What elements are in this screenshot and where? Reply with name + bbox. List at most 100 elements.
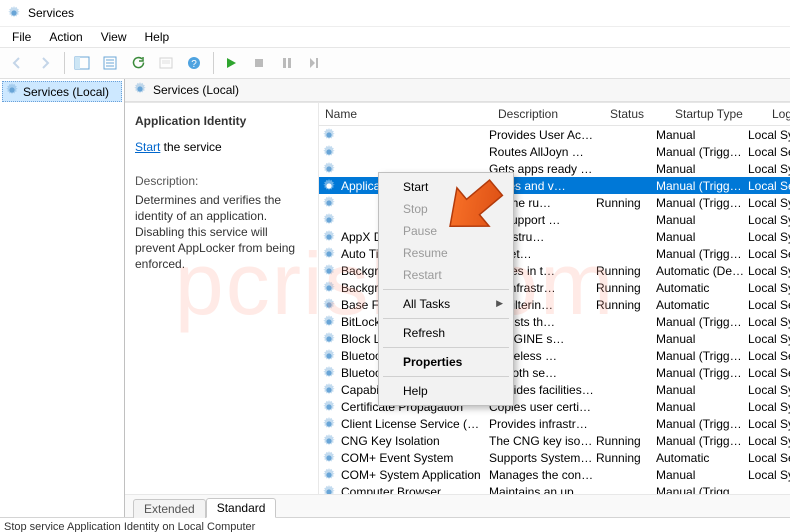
ctx-separator	[383, 347, 509, 348]
cell-startup: Manual	[654, 162, 746, 176]
service-row[interactable]: Routes AllJoyn …Manual (Trigg…Local Serv…	[319, 143, 790, 160]
toolbar-forward-icon[interactable]	[32, 50, 58, 76]
ctx-separator	[383, 289, 509, 290]
cell-startup: Manual (Trigg…	[654, 145, 746, 159]
cell-description: Provides User Acc…	[487, 128, 594, 142]
gear-icon	[319, 451, 339, 465]
tree-pane: Services (Local)	[0, 79, 125, 517]
cell-logon: Local Service	[746, 349, 790, 363]
window-title: Services	[28, 6, 74, 20]
col-description[interactable]: Description	[492, 107, 604, 121]
cell-startup: Manual	[654, 332, 746, 346]
cell-logon: Local Service	[746, 298, 790, 312]
ctx-pause: Pause	[381, 220, 511, 242]
ctx-help[interactable]: Help	[381, 380, 511, 402]
cell-startup: Manual (Trigg…	[654, 247, 746, 261]
gear-icon	[319, 281, 339, 295]
cell-startup: Manual	[654, 468, 746, 482]
menu-action[interactable]: Action	[41, 28, 90, 46]
start-link[interactable]: Start	[135, 140, 160, 154]
toolbar-show-hide-tree-icon[interactable]	[69, 50, 95, 76]
toolbar-help-icon[interactable]: ?	[181, 50, 207, 76]
col-startup[interactable]: Startup Type	[669, 107, 766, 121]
cell-logon: Local Service	[746, 451, 790, 465]
start-link-suffix: the service	[160, 140, 221, 154]
cell-startup: Manual	[654, 128, 746, 142]
gear-icon	[319, 162, 339, 176]
ctx-separator	[383, 376, 509, 377]
cell-logon: Local Service	[746, 179, 790, 193]
cell-logon: Local System	[746, 332, 790, 346]
toolbar-start-icon[interactable]	[218, 50, 244, 76]
cell-logon: Local System	[746, 281, 790, 295]
col-logon[interactable]: Log On As	[766, 107, 790, 121]
gear-icon	[319, 298, 339, 312]
service-row[interactable]: Client License Service (ClipSV…Provides …	[319, 415, 790, 432]
menu-file[interactable]: File	[4, 28, 39, 46]
cell-logon: Local Service	[746, 145, 790, 159]
cell-startup: Manual	[654, 400, 746, 414]
cell-startup: Manual	[654, 383, 746, 397]
col-name[interactable]: Name	[319, 107, 492, 121]
cell-logon: Local System	[746, 162, 790, 176]
tab-extended[interactable]: Extended	[133, 499, 206, 518]
toolbar-restart-icon[interactable]	[302, 50, 328, 76]
tree-root-item[interactable]: Services (Local)	[2, 81, 122, 102]
cell-status: Running	[594, 281, 654, 295]
gear-icon	[319, 434, 339, 448]
toolbar-properties-icon[interactable]	[153, 50, 179, 76]
ctx-start[interactable]: Start	[381, 176, 511, 198]
cell-startup: Automatic	[654, 451, 746, 465]
service-row[interactable]: Computer BrowserMaintains an up…Manual (…	[319, 483, 790, 494]
ctx-stop: Stop	[381, 198, 511, 220]
toolbar-export-list-icon[interactable]	[97, 50, 123, 76]
menu-help[interactable]: Help	[137, 28, 178, 46]
service-row[interactable]: Provides User Acc…ManualLocal System	[319, 126, 790, 143]
tree-root-label: Services (Local)	[23, 85, 109, 99]
description-text: Determines and verifies the identity of …	[135, 192, 310, 273]
service-action-line: Start the service	[135, 139, 310, 155]
toolbar-stop-icon[interactable]	[246, 50, 272, 76]
toolbar-back-icon[interactable]	[4, 50, 30, 76]
cell-startup: Manual	[654, 213, 746, 227]
gear-icon	[319, 128, 339, 142]
toolbar-pause-icon[interactable]	[274, 50, 300, 76]
gear-icon	[319, 366, 339, 380]
cell-logon: Local System	[746, 213, 790, 227]
cell-startup: Manual (Trigg…	[654, 179, 746, 193]
cell-logon: Local Service	[746, 247, 790, 261]
cell-description: Manages the con…	[487, 468, 594, 482]
gear-icon	[319, 485, 339, 495]
ctx-restart: Restart	[381, 264, 511, 286]
cell-logon: Local System	[746, 400, 790, 414]
cell-description: The CNG key isol…	[487, 434, 594, 448]
cell-name: Client License Service (ClipSV…	[339, 417, 487, 431]
toolbar-refresh-icon[interactable]	[125, 50, 151, 76]
menubar: File Action View Help	[0, 27, 790, 48]
cell-logon: Local System	[746, 417, 790, 431]
statusbar: Stop service Application Identity on Loc…	[0, 517, 790, 532]
gear-icon	[133, 82, 147, 99]
service-row[interactable]: COM+ Event SystemSupports System …Runnin…	[319, 449, 790, 466]
description-label: Description:	[135, 173, 310, 189]
tab-standard[interactable]: Standard	[206, 498, 277, 518]
cell-logon: Local System	[746, 264, 790, 278]
cell-name: COM+ System Application	[339, 468, 487, 482]
services-window: Services File Action View Help ? Service…	[0, 0, 790, 532]
gear-icon	[319, 145, 339, 159]
cell-logon: Local System	[746, 434, 790, 448]
menu-view[interactable]: View	[93, 28, 135, 46]
cell-logon: Local Service	[746, 366, 790, 380]
col-status[interactable]: Status	[604, 107, 669, 121]
ctx-refresh[interactable]: Refresh	[381, 322, 511, 344]
cell-status: Running	[594, 434, 654, 448]
ctx-all-tasks[interactable]: All Tasks▶	[381, 293, 511, 315]
toolbar-separator	[64, 52, 65, 74]
ctx-properties[interactable]: Properties	[381, 351, 511, 373]
service-row[interactable]: COM+ System ApplicationManages the con… M…	[319, 466, 790, 483]
detail-pane: Application Identity Start the service D…	[125, 103, 319, 494]
svg-text:?: ?	[191, 59, 197, 70]
service-row[interactable]: CNG Key IsolationThe CNG key isol…Runnin…	[319, 432, 790, 449]
cell-startup: Manual (Trigg…	[654, 417, 746, 431]
gear-icon	[319, 264, 339, 278]
